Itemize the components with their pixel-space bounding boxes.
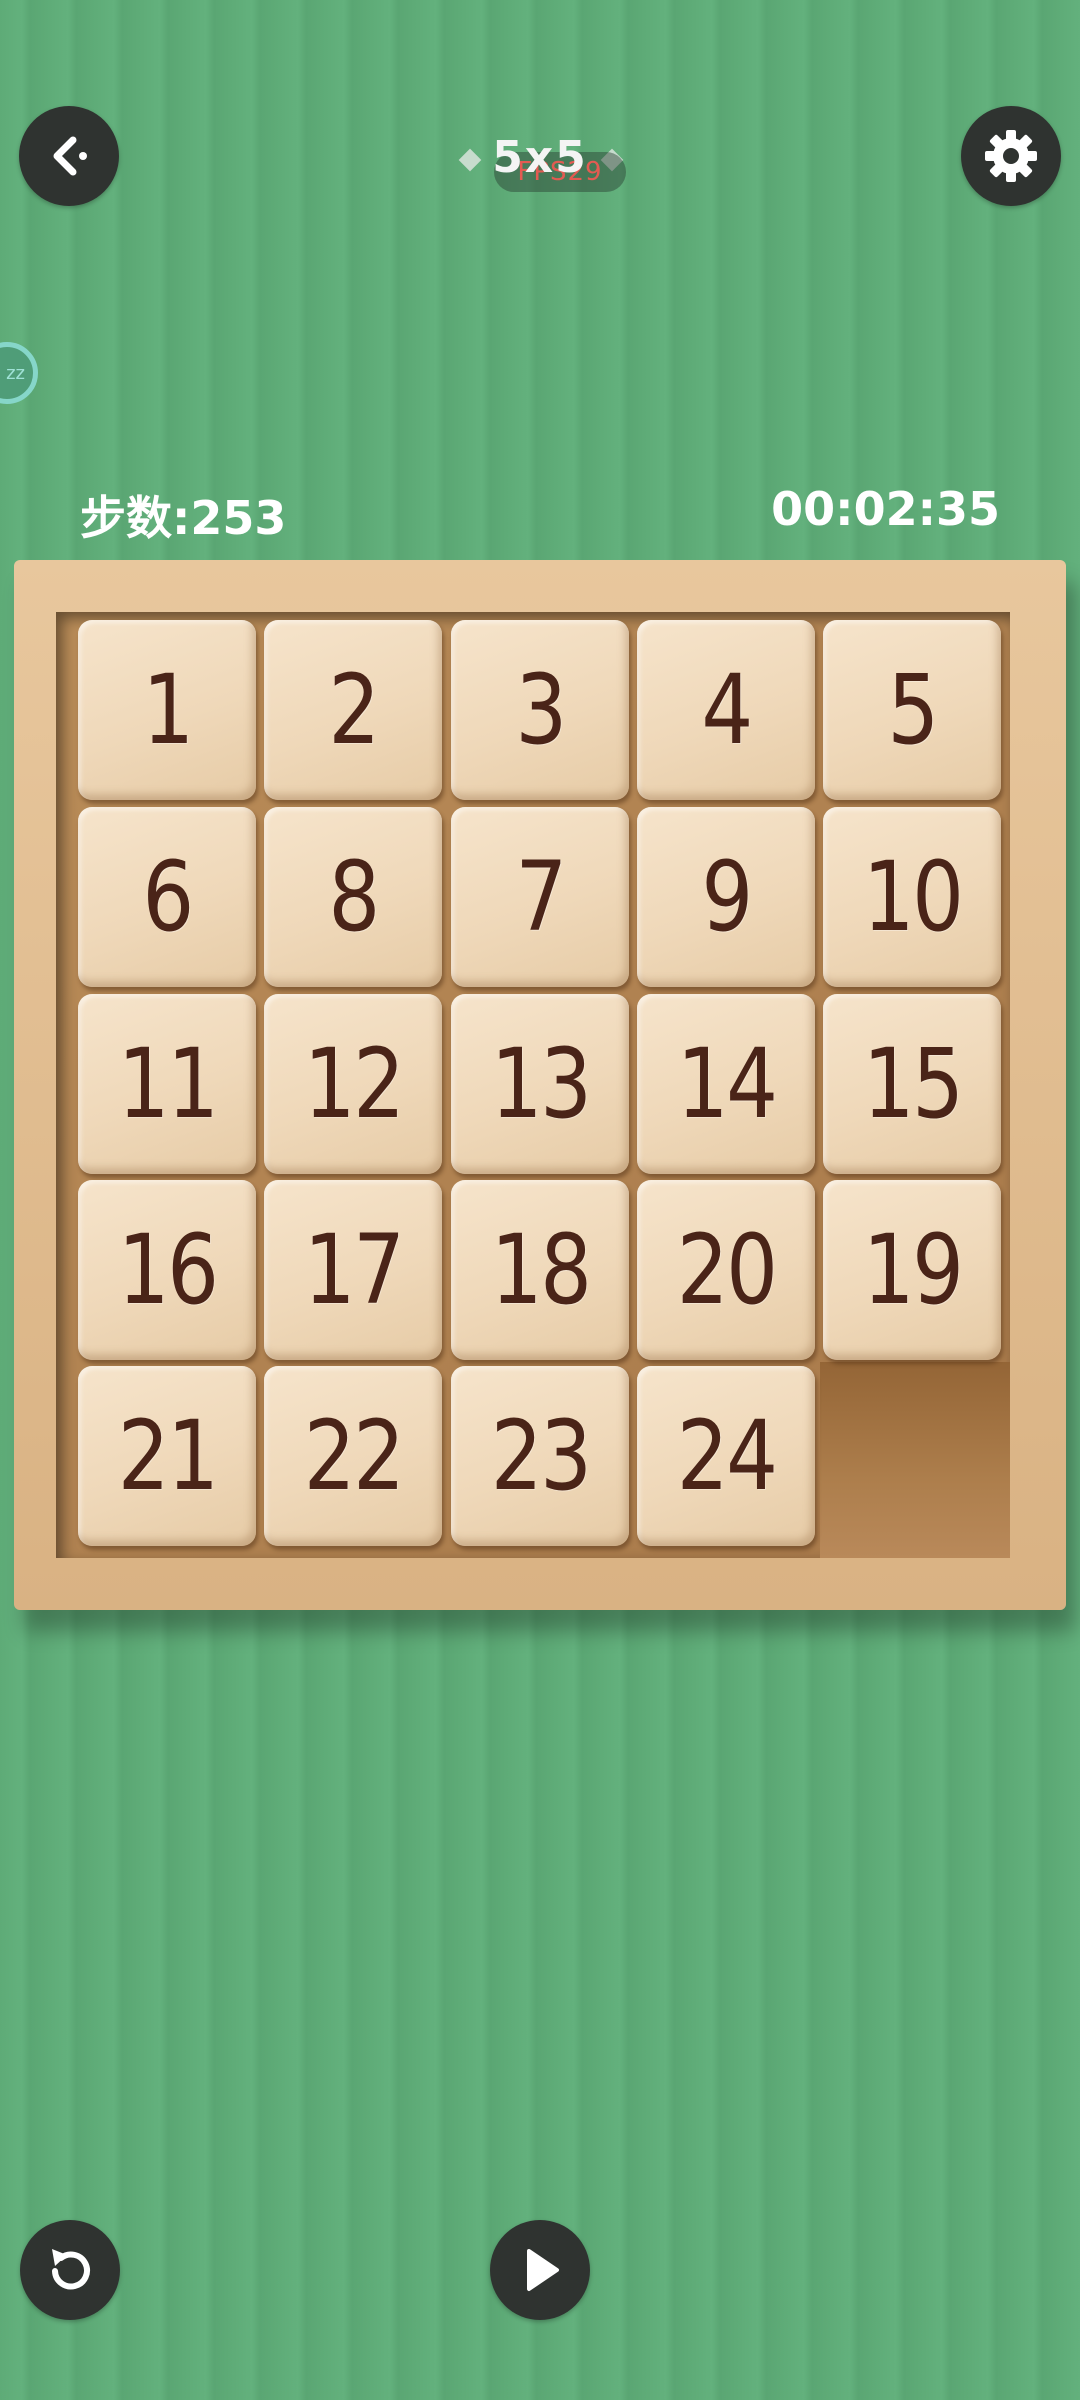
tile-23[interactable]: 23 bbox=[451, 1366, 629, 1546]
tile-14[interactable]: 14 bbox=[637, 994, 815, 1174]
tile-5[interactable]: 5 bbox=[823, 620, 1001, 800]
tile-18[interactable]: 18 bbox=[451, 1180, 629, 1360]
tile-number: 22 bbox=[303, 1400, 405, 1512]
tile-number: 3 bbox=[515, 654, 567, 766]
tile-7[interactable]: 8 bbox=[264, 807, 442, 987]
play-button[interactable] bbox=[490, 2220, 590, 2320]
tile-1[interactable]: 1 bbox=[78, 620, 256, 800]
side-floating-badge[interactable]: zz bbox=[0, 342, 38, 404]
tile-number: 8 bbox=[328, 841, 380, 953]
tile-number: 2 bbox=[328, 654, 380, 766]
tile-number: 18 bbox=[490, 1214, 592, 1326]
restart-icon bbox=[52, 2249, 90, 2290]
tile-12[interactable]: 12 bbox=[264, 994, 442, 1174]
settings-button[interactable] bbox=[961, 106, 1061, 206]
tile-number: 7 bbox=[515, 841, 567, 953]
tile-17[interactable]: 17 bbox=[264, 1180, 442, 1360]
tile-15[interactable]: 15 bbox=[823, 994, 1001, 1174]
tile-24[interactable]: 24 bbox=[637, 1366, 815, 1546]
tile-16[interactable]: 16 bbox=[78, 1180, 256, 1360]
tile-3[interactable]: 3 bbox=[451, 620, 629, 800]
tile-22[interactable]: 22 bbox=[264, 1366, 442, 1546]
tile-number: 1 bbox=[142, 654, 194, 766]
tile-number: 12 bbox=[303, 1028, 405, 1140]
tile-10[interactable]: 10 bbox=[823, 807, 1001, 987]
tile-13[interactable]: 13 bbox=[451, 994, 629, 1174]
tile-number: 19 bbox=[862, 1214, 964, 1326]
tile-8[interactable]: 7 bbox=[451, 807, 629, 987]
tile-number: 6 bbox=[142, 841, 194, 953]
tile-2[interactable]: 2 bbox=[264, 620, 442, 800]
tile-number: 21 bbox=[117, 1400, 219, 1512]
tile-number: 9 bbox=[701, 841, 753, 953]
level-title: 5x5 bbox=[492, 132, 588, 183]
tile-4[interactable]: 4 bbox=[637, 620, 815, 800]
tile-number: 5 bbox=[887, 654, 939, 766]
tile-9[interactable]: 9 bbox=[637, 807, 815, 987]
tile-number: 14 bbox=[676, 1028, 778, 1140]
move-counter: 步数:253 bbox=[80, 491, 287, 545]
tile-number: 13 bbox=[490, 1028, 592, 1140]
gear-icon bbox=[985, 130, 1037, 182]
tile-6[interactable]: 6 bbox=[78, 807, 256, 987]
tile-number: 17 bbox=[303, 1214, 405, 1326]
empty-slot bbox=[820, 1362, 1010, 1558]
side-badge-label: zz bbox=[6, 362, 25, 384]
restart-button[interactable] bbox=[20, 2220, 120, 2320]
tile-number: 24 bbox=[676, 1400, 778, 1512]
tile-21[interactable]: 21 bbox=[78, 1366, 256, 1546]
tile-number: 16 bbox=[117, 1214, 219, 1326]
tile-number: 23 bbox=[490, 1400, 592, 1512]
tile-number: 20 bbox=[676, 1214, 778, 1326]
tile-number: 15 bbox=[862, 1028, 964, 1140]
tile-number: 10 bbox=[862, 841, 964, 953]
tile-number: 11 bbox=[117, 1028, 219, 1140]
tile-number: 4 bbox=[701, 654, 753, 766]
tile-20[interactable]: 19 bbox=[823, 1180, 1001, 1360]
tile-19[interactable]: 20 bbox=[637, 1180, 815, 1360]
timer: 00:02:35 bbox=[771, 482, 1000, 536]
tile-11[interactable]: 11 bbox=[78, 994, 256, 1174]
play-icon bbox=[527, 2249, 559, 2291]
